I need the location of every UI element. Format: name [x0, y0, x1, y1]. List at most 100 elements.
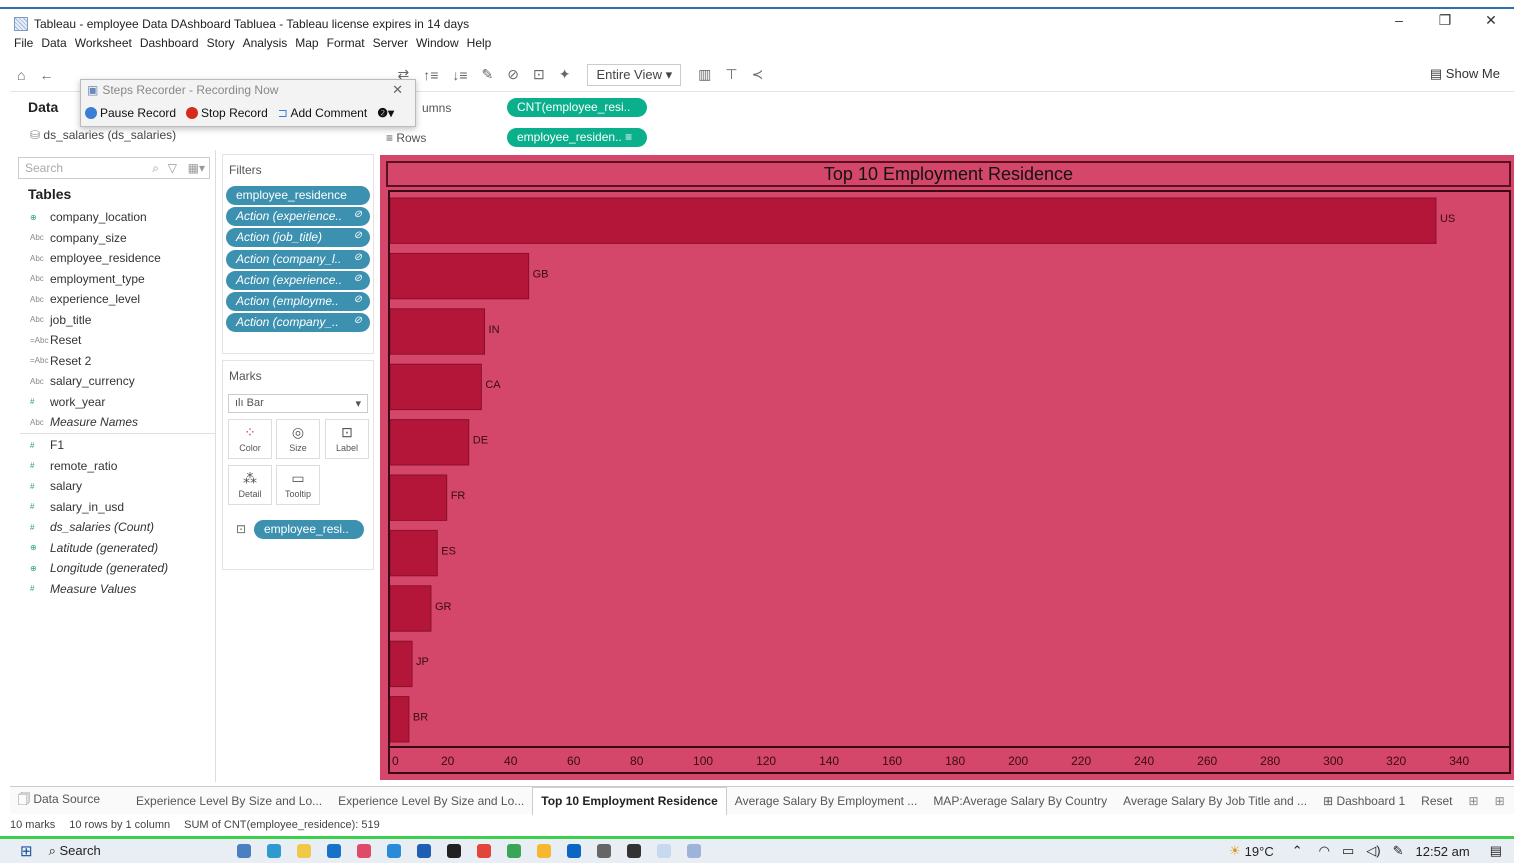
cards-icon[interactable]: ▥: [698, 66, 711, 83]
field-item[interactable]: # remote_ratio: [30, 457, 117, 475]
field-item[interactable]: =Abc Reset 2: [30, 352, 91, 370]
word-icon[interactable]: [416, 844, 431, 858]
help-icon[interactable]: ❷▾: [377, 106, 394, 120]
tab-experience-level-2[interactable]: Experience Level By Size and Lo...: [330, 794, 532, 808]
filter-pill[interactable]: Action (company_l.. ⊘: [226, 249, 370, 269]
bar-in[interactable]: [389, 308, 486, 355]
home-icon[interactable]: ⌂: [17, 67, 25, 83]
task-view-icon[interactable]: [236, 844, 251, 858]
share-icon[interactable]: ≺: [752, 66, 764, 83]
presentation-icon[interactable]: ⊤: [725, 66, 737, 83]
menu-file[interactable]: File: [10, 36, 37, 56]
label-button[interactable]: ⊡ Label: [325, 419, 369, 459]
tab-map-average-salary[interactable]: MAP:Average Salary By Country: [925, 794, 1115, 808]
taskbar-search[interactable]: ⌕ Search: [49, 843, 169, 859]
fit-select[interactable]: Entire View ▾: [587, 63, 682, 86]
bar-gr[interactable]: [389, 585, 432, 632]
linkedin-icon[interactable]: [566, 844, 581, 858]
filter-pill[interactable]: Action (company_.. ⊘: [226, 313, 370, 333]
weather-temp[interactable]: 19°C: [1245, 844, 1274, 859]
new-dashboard-icon[interactable]: ⊞: [1487, 794, 1513, 808]
stop-record-button[interactable]: Stop Record: [186, 106, 268, 120]
field-item[interactable]: =Abc Reset: [30, 331, 81, 349]
field-item[interactable]: Abc employee_residence: [30, 249, 161, 267]
instagram-icon[interactable]: [356, 844, 371, 858]
columns-pill[interactable]: CNT(employee_resi..: [507, 98, 647, 117]
sort-descending-icon[interactable]: ↓≡: [452, 67, 467, 83]
filter-pill[interactable]: Action (employme.. ⊘: [226, 292, 370, 311]
bar-ca[interactable]: [389, 363, 482, 411]
close-button[interactable]: ✕: [1468, 12, 1514, 29]
tab-dashboard-1[interactable]: ⊞ Dashboard 1: [1315, 794, 1413, 808]
labels-icon[interactable]: ⊡: [533, 66, 545, 83]
bar-jp[interactable]: [389, 640, 413, 688]
tab-average-salary-job-title[interactable]: Average Salary By Job Title and ...: [1115, 794, 1315, 808]
field-item[interactable]: ⊕ Latitude (generated): [30, 539, 158, 557]
field-search-input[interactable]: Search ⌕ ▽ ▦▾: [18, 157, 210, 179]
steps-recorder-taskbar-icon[interactable]: [686, 844, 701, 858]
menu-story[interactable]: Story: [203, 36, 239, 56]
show-me-button[interactable]: ▤ Show Me: [1430, 66, 1500, 82]
menu-map[interactable]: Map: [291, 36, 322, 56]
filter-pill[interactable]: Action (experience.. ⊘: [226, 270, 370, 290]
minimize-button[interactable]: –: [1376, 12, 1422, 29]
mark-type-select[interactable]: ılı Bar ▾: [228, 394, 368, 413]
group-icon[interactable]: ⊘: [507, 66, 519, 83]
volume-icon[interactable]: ◁): [1366, 843, 1380, 859]
field-item[interactable]: # salary_in_usd: [30, 498, 124, 516]
menu-server[interactable]: Server: [369, 36, 412, 56]
field-item[interactable]: # salary: [30, 477, 82, 495]
size-button[interactable]: ◎ Size: [276, 419, 320, 459]
chrome-icon[interactable]: [476, 844, 491, 858]
windows-start-icon[interactable]: ⊞: [20, 842, 33, 860]
add-comment-button[interactable]: ⊐ Add Comment: [278, 106, 367, 120]
menu-data[interactable]: Data: [37, 36, 70, 56]
field-item[interactable]: ⊕ Longitude (generated): [30, 559, 168, 577]
field-item[interactable]: # Measure Values: [30, 580, 136, 598]
bar-de[interactable]: [389, 419, 470, 466]
bar-es[interactable]: [389, 529, 438, 577]
clock[interactable]: 12:52 am: [1416, 844, 1470, 859]
notifications-icon[interactable]: ▤: [1490, 843, 1502, 859]
battery-icon[interactable]: ▭: [1342, 843, 1354, 859]
tab-top-10-residence[interactable]: Top 10 Employment Residence: [532, 786, 727, 815]
menu-window[interactable]: Window: [412, 36, 463, 56]
chrome-profile-icon[interactable]: [506, 844, 521, 858]
power-bi-icon[interactable]: [536, 844, 551, 858]
tray-chevron-icon[interactable]: ⌃: [1292, 843, 1303, 859]
tab-experience-level-1[interactable]: Experience Level By Size and Lo...: [108, 794, 330, 808]
filter-pill[interactable]: Action (experience.. ⊘: [226, 207, 370, 227]
restore-button[interactable]: ❐: [1422, 12, 1468, 29]
field-item[interactable]: Abc salary_currency: [30, 372, 135, 390]
new-sheet-icon[interactable]: ⊞: [1461, 794, 1487, 808]
highlight-icon[interactable]: ✎: [482, 66, 494, 83]
back-icon[interactable]: ←: [39, 67, 53, 83]
bar-fr[interactable]: [389, 474, 448, 521]
field-item[interactable]: # F1: [30, 436, 64, 454]
sort-ascending-icon[interactable]: ↑≡: [423, 67, 438, 83]
mail-icon[interactable]: [326, 844, 341, 858]
pen-icon[interactable]: ✎: [1393, 843, 1404, 859]
menu-dashboard[interactable]: Dashboard: [136, 36, 203, 56]
vscode-icon[interactable]: [386, 844, 401, 858]
label-field-pill[interactable]: employee_resi..: [254, 520, 364, 539]
filter-pill[interactable]: employee_residence: [226, 186, 370, 205]
tooltip-button[interactable]: ▭ Tooltip: [276, 465, 320, 505]
bar-br[interactable]: [389, 696, 410, 743]
datasource-name[interactable]: ⛁ ds_salaries (ds_salaries): [30, 128, 176, 142]
steps-recorder-close-icon[interactable]: ✕: [392, 82, 403, 98]
tableau-taskbar-icon[interactable]: [656, 844, 671, 858]
rows-pill[interactable]: employee_residen.. ≡: [507, 128, 647, 147]
menu-analysis[interactable]: Analysis: [239, 36, 292, 56]
settings-icon[interactable]: [596, 844, 611, 858]
tab-average-salary-employment[interactable]: Average Salary By Employment ...: [727, 794, 926, 808]
field-item[interactable]: # work_year: [30, 393, 105, 411]
field-item[interactable]: Abc Measure Names: [30, 413, 138, 431]
edge-icon[interactable]: [266, 844, 281, 858]
tab-reset[interactable]: Reset: [1413, 794, 1460, 808]
menu-worksheet[interactable]: Worksheet: [71, 36, 136, 56]
menu-format[interactable]: Format: [323, 36, 369, 56]
field-item[interactable]: Abc company_size: [30, 229, 127, 247]
color-button[interactable]: ⁘ Color: [228, 419, 272, 459]
field-item[interactable]: Abc employment_type: [30, 270, 145, 288]
